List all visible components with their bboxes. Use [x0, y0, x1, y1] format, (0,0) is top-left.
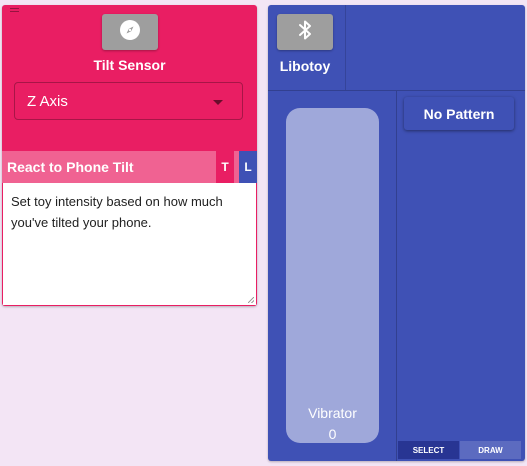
- tilt-sensor-panel: Tilt Sensor Z Axis React to Phone Tilt T…: [2, 5, 257, 306]
- resize-grip-icon[interactable]: [248, 297, 254, 303]
- vibrator-value: 0: [328, 426, 337, 442]
- vibrator-slider[interactable]: Vibrator 0: [286, 108, 379, 443]
- vibrator-label: Vibrator: [308, 405, 357, 421]
- chevron-down-icon: [213, 100, 223, 105]
- axis-select-value: Z Axis: [27, 93, 68, 110]
- select-tab[interactable]: SELECT: [398, 441, 459, 459]
- libotoy-title: Libotoy: [279, 58, 331, 74]
- header-divider: [345, 5, 346, 90]
- description-textarea[interactable]: Set toy intensity based on how much you'…: [3, 183, 256, 305]
- libotoy-panel: Libotoy Vibrator 0 No Pattern SELECT DRA…: [268, 5, 525, 461]
- vertical-divider: [396, 91, 397, 461]
- compass-icon: [118, 18, 142, 47]
- axis-select[interactable]: Z Axis: [14, 82, 243, 120]
- mode-toggle-t[interactable]: T: [216, 151, 234, 183]
- drag-handle[interactable]: [10, 8, 19, 12]
- tilt-sensor-title: Tilt Sensor: [93, 57, 166, 73]
- no-pattern-button[interactable]: No Pattern: [404, 97, 514, 130]
- bluetooth-button[interactable]: [277, 14, 333, 50]
- mode-bar: React to Phone Tilt T L: [2, 151, 257, 183]
- draw-tab[interactable]: DRAW: [460, 441, 521, 459]
- mode-toggle-l[interactable]: L: [239, 151, 257, 183]
- tilt-sensor-button[interactable]: [102, 14, 158, 50]
- description-text: Set toy intensity based on how much you'…: [11, 194, 223, 230]
- bluetooth-icon: [295, 18, 315, 47]
- mode-label: React to Phone Tilt: [7, 159, 134, 175]
